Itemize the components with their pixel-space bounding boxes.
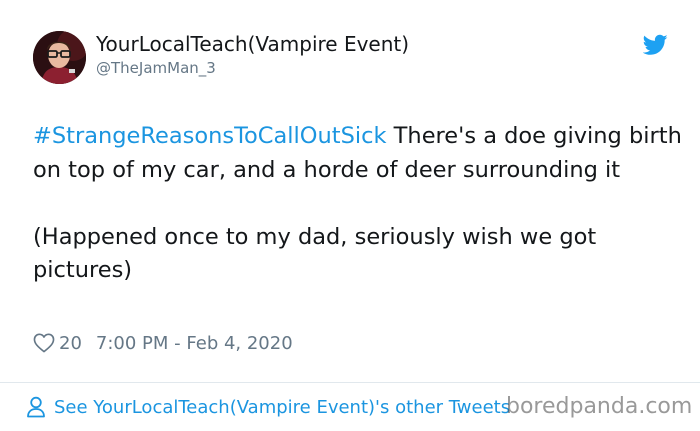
heart-icon[interactable] (33, 333, 55, 353)
see-other-tweets-label[interactable]: See YourLocalTeach(Vampire Event)'s othe… (54, 397, 510, 418)
author-handle[interactable]: @TheJamMan_3 (96, 59, 216, 77)
tweet-card: YourLocalTeach(Vampire Event) @TheJamMan… (0, 0, 700, 431)
tweet-paragraph-2: (Happened once to my dad, seriously wish… (33, 223, 597, 284)
twitter-bird-icon[interactable] (643, 34, 668, 56)
hashtag-link[interactable]: #StrangeReasonsToCallOutSick (33, 123, 387, 149)
tweet-meta: 20 7:00 PM - Feb 4, 2020 (33, 330, 293, 356)
footer-divider (0, 382, 700, 383)
like-count[interactable]: 20 (59, 333, 82, 354)
tweet-text: #StrangeReasonsToCallOutSick There's a d… (33, 120, 683, 288)
author-avatar[interactable] (33, 31, 86, 84)
tweet-timestamp[interactable]: 7:00 PM - Feb 4, 2020 (96, 333, 293, 354)
person-icon (27, 396, 45, 418)
see-other-tweets-link[interactable]: See YourLocalTeach(Vampire Event)'s othe… (26, 394, 510, 420)
author-display-name[interactable]: YourLocalTeach(Vampire Event) (96, 32, 409, 56)
tweet-paragraph-1: #StrangeReasonsToCallOutSick There's a d… (33, 120, 683, 187)
avatar-photo (33, 31, 86, 84)
watermark: boredpanda.com (506, 394, 693, 419)
